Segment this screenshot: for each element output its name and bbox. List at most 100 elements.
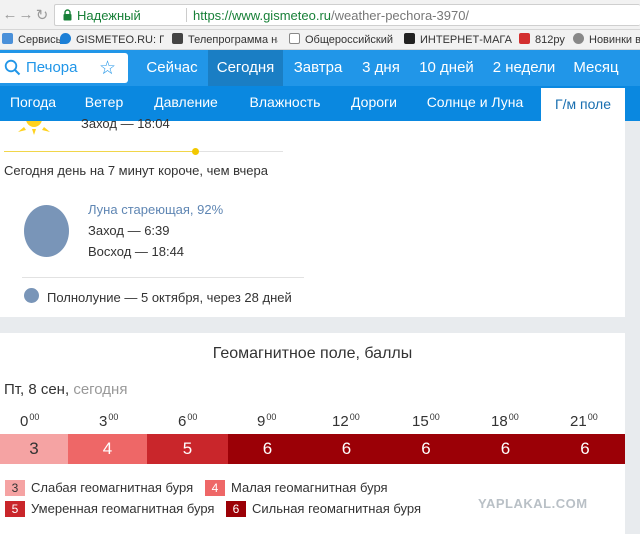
legend-swatch: 5 xyxy=(5,501,25,517)
daylight-bar-rest xyxy=(195,151,283,152)
hour-label: 300 xyxy=(99,412,118,430)
tab-now[interactable]: Сейчас xyxy=(136,50,208,86)
tab-today[interactable]: Сегодня xyxy=(208,50,283,86)
lock-icon xyxy=(63,9,72,21)
url-separator xyxy=(186,8,187,22)
sun-icon xyxy=(18,121,50,135)
date-label: Пт, 8 сен, xyxy=(4,381,70,398)
bookmark-label: Общероссийский ба xyxy=(305,34,395,46)
hour-minutes: 00 xyxy=(108,412,119,422)
back-arrow-icon[interactable]: ← xyxy=(2,6,18,23)
tab-3-days[interactable]: 3 дня xyxy=(353,50,409,86)
city-search[interactable]: Печора ☆ xyxy=(0,53,128,83)
bookmark-label: ИНТЕРНЕТ-МАГАЗИН xyxy=(420,34,512,46)
geomagnetic-cell: 4 xyxy=(68,434,147,464)
bookmark-new[interactable]: Новинки в А xyxy=(573,33,640,46)
legend-label: Слабая геомагнитная буря xyxy=(31,480,194,495)
url-text: https://www.gismeteo.ru/weather-pechora-… xyxy=(193,8,469,23)
tab-month[interactable]: Месяц xyxy=(564,50,628,86)
geomagnetic-cell: 3 xyxy=(0,434,68,464)
geomagnetic-cell: 6 xyxy=(386,434,466,464)
moon-rise: Восход — 18:44 xyxy=(88,244,185,259)
subnav-sun-moon[interactable]: Солнце и Луна xyxy=(418,86,532,121)
geomagnetic-title: Геомагнитное поле, баллы xyxy=(212,345,413,362)
sunset-time: Заход — 18:04 xyxy=(81,116,170,131)
geomagnetic-cell: 6 xyxy=(307,434,386,464)
moon-divider xyxy=(22,277,304,278)
search-icon[interactable] xyxy=(4,59,21,76)
tab-10-days[interactable]: 10 дней xyxy=(409,50,484,86)
legend-item: 6 Сильная геомагнитная буря xyxy=(226,501,421,517)
legend-swatch: 6 xyxy=(226,501,246,517)
apps-grid-icon xyxy=(2,33,13,44)
subnav-geomagnetic[interactable]: Г/м поле xyxy=(541,86,625,121)
daylight-note: Сегодня день на 7 минут короче, чем вчер… xyxy=(4,163,268,178)
search-input[interactable]: Печора xyxy=(26,59,77,76)
bookmark-general[interactable]: Общероссийский ба xyxy=(289,33,395,46)
subnav-weather[interactable]: Погода xyxy=(0,86,66,121)
bookmark-label: GISMETEO.RU: Погод xyxy=(76,34,164,46)
tv-clapper-icon xyxy=(172,33,183,44)
subnav-humidity[interactable]: Влажность xyxy=(240,86,330,121)
hour-label: 000 xyxy=(20,412,39,430)
moon-icon xyxy=(24,205,69,257)
sun-moon-card: Заход — 18:04 Сегодня день на 7 минут ко… xyxy=(0,116,625,317)
bookmark-services[interactable]: Сервисы xyxy=(2,33,62,46)
geomagnetic-cell: 6 xyxy=(545,434,625,464)
hour-value: 9 xyxy=(257,413,266,430)
hour-label: 600 xyxy=(178,412,197,430)
secure-label: Надежный xyxy=(77,8,141,23)
hour-minutes: 00 xyxy=(266,412,277,422)
hour-value: 18 xyxy=(491,413,508,430)
bookmark-shop[interactable]: ИНТЕРНЕТ-МАГАЗИН xyxy=(404,33,512,46)
reload-icon[interactable]: ↻ xyxy=(34,6,50,24)
url-main: https://www.gismeteo.ru xyxy=(193,8,331,23)
legend-swatch: 3 xyxy=(5,480,25,496)
star-icon[interactable]: ☆ xyxy=(99,57,116,80)
bookmark-812[interactable]: 812ру xyxy=(519,33,569,46)
hour-label: 1200 xyxy=(332,412,360,430)
legend-label: Умеренная геомагнитная буря xyxy=(31,501,215,516)
forward-arrow-icon[interactable]: → xyxy=(18,6,34,23)
browser-address-bar: ← → ↻ Надежный https://www.gismeteo.ru/w… xyxy=(0,0,640,30)
legend-item: 5 Умеренная геомагнитная буря xyxy=(5,501,214,517)
bookmark-label: Телепрограмма на н xyxy=(188,34,278,46)
watermark: YAPLAKAL.COM xyxy=(478,496,588,511)
url-field[interactable]: Надежный https://www.gismeteo.ru/weather… xyxy=(54,4,640,26)
hour-minutes: 00 xyxy=(29,412,40,422)
geomagnetic-cell: 5 xyxy=(147,434,228,464)
bookmark-label: Сервисы xyxy=(18,34,62,46)
hour-label: 1800 xyxy=(491,412,519,430)
main-tabs: Печора ☆ Сейчас Сегодня Завтра 3 дня 10 … xyxy=(0,50,640,86)
hour-label: 1500 xyxy=(412,412,440,430)
hour-minutes: 00 xyxy=(587,412,598,422)
shop-logo-icon xyxy=(404,33,415,44)
hour-label: 900 xyxy=(257,412,276,430)
red-logo-icon xyxy=(519,33,530,44)
daylight-marker xyxy=(192,148,199,155)
hour-minutes: 00 xyxy=(349,412,360,422)
hour-label: 2100 xyxy=(570,412,598,430)
bookmark-gismeteo[interactable]: GISMETEO.RU: Погод xyxy=(60,33,164,46)
hour-value: 12 xyxy=(332,413,349,430)
gismeteo-drop-icon xyxy=(60,33,71,44)
forecast-date: Пт, 8 сен, сегодня xyxy=(4,381,127,398)
daylight-bar xyxy=(4,151,195,152)
url-path: /weather-pechora-3970/ xyxy=(331,8,470,23)
bookmark-tv[interactable]: Телепрограмма на н xyxy=(172,33,278,46)
globe-icon xyxy=(573,33,584,44)
tab-tomorrow[interactable]: Завтра xyxy=(283,50,353,86)
today-label: сегодня xyxy=(73,381,128,398)
page-icon xyxy=(289,33,300,44)
subnav-roads[interactable]: Дороги xyxy=(342,86,406,121)
legend-item: 3 Слабая геомагнитная буря xyxy=(5,480,193,496)
tab-2-weeks[interactable]: 2 недели xyxy=(484,50,564,86)
hour-value: 21 xyxy=(570,413,587,430)
moon-phase: Луна стареющая, 92% xyxy=(88,202,224,217)
hour-minutes: 00 xyxy=(187,412,198,422)
hour-minutes: 00 xyxy=(429,412,440,422)
full-moon-icon xyxy=(24,288,39,303)
legend-swatch: 4 xyxy=(205,480,225,496)
bookmark-label: Новинки в А xyxy=(589,34,640,46)
full-moon-date: Полнолуние — 5 октября, через 28 дней xyxy=(47,290,292,305)
